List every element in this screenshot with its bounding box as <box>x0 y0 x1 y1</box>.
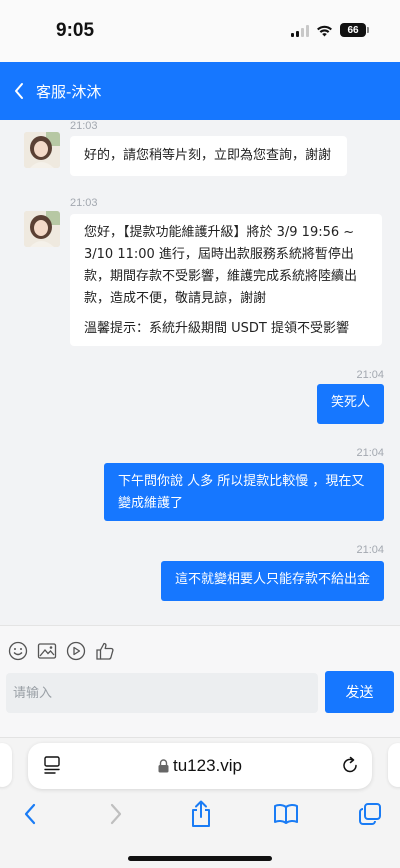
tabs-icon[interactable] <box>355 799 385 829</box>
message-text-line: 溫馨提示：系統升級期間 USDT 提領不受影響 <box>84 321 349 336</box>
message-time: 21:04 <box>356 369 384 381</box>
message-text-line: 款，造成不便，敬請見諒，謝謝 <box>84 291 267 306</box>
user-message: 笑死人 <box>316 384 384 424</box>
message-text-line: 款，期間存款不受影響，維護完成系統將陸續出 <box>84 269 358 284</box>
browser-toolbar: tu123.vip <box>0 737 400 868</box>
message-text-line: 您好，【提款功能維護升級】將於 3/9 19:56 ~ <box>84 225 355 240</box>
message-text-line: 笑死人 <box>330 395 370 410</box>
agent-message: 好的，請您稍等片刻，立即為您查詢，謝謝 <box>70 136 347 176</box>
browser-nav-row <box>0 799 400 831</box>
home-indicator <box>128 856 272 861</box>
message-text-line: 下午問你說 人多 所以提款比較慢 ，現在又 <box>118 474 365 489</box>
message-text-line: 3/10 11:00 進行，屆時出款服務系統將暫停出 <box>84 247 354 262</box>
chat-message-list[interactable]: 21:03 好的，請您稍等片刻，立即為您查詢，謝謝 21:03 您好，【提款功能… <box>0 120 400 625</box>
previous-tab-edge[interactable] <box>0 743 12 787</box>
back-chevron-icon[interactable] <box>2 62 36 120</box>
message-time: 21:04 <box>356 447 384 459</box>
message-text-line: 這不就變相要人只能存款不給出金 <box>174 572 370 587</box>
browser-forward-icon[interactable] <box>101 799 131 829</box>
message-text-line: 變成維護了 <box>118 496 184 511</box>
domain-text: tu123.vip <box>173 756 242 775</box>
cellular-signal-icon <box>291 24 309 37</box>
wifi-icon <box>317 25 332 36</box>
battery-indicator: 66 <box>340 23 369 37</box>
lock-icon <box>158 758 169 778</box>
message-time: 21:03 <box>70 197 98 209</box>
composer-toolbar <box>8 641 115 661</box>
agent-avatar <box>24 132 60 168</box>
video-icon[interactable] <box>66 641 86 661</box>
page-title: 客服-沐沐 <box>36 82 102 101</box>
user-message: 這不就變相要人只能存款不給出金 <box>160 561 384 601</box>
status-bar: 9:05 66 <box>0 0 400 62</box>
emoji-icon[interactable] <box>8 641 28 661</box>
share-icon[interactable] <box>186 799 216 829</box>
message-input-container <box>6 673 318 713</box>
reload-icon[interactable] <box>340 755 360 779</box>
chat-composer: 发送 <box>0 625 400 737</box>
thumbs-up-icon[interactable] <box>95 641 115 661</box>
user-message: 下午問你說 人多 所以提款比較慢 ，現在又 變成維護了 <box>104 463 384 521</box>
image-icon[interactable] <box>37 641 57 661</box>
status-icons: 66 <box>291 23 369 37</box>
send-button[interactable]: 发送 <box>325 671 394 713</box>
agent-avatar <box>24 211 60 247</box>
message-input[interactable] <box>13 685 318 701</box>
address-bar[interactable]: tu123.vip <box>28 743 372 789</box>
browser-back-icon[interactable] <box>15 799 45 829</box>
url-display[interactable]: tu123.vip <box>28 756 372 778</box>
message-time: 21:04 <box>356 544 384 556</box>
message-time: 21:03 <box>70 120 98 132</box>
message-text-line: 好的，請您稍等片刻，立即為您查詢，謝謝 <box>84 148 332 163</box>
next-tab-edge[interactable] <box>388 743 400 787</box>
agent-message: 您好，【提款功能維護升級】將於 3/9 19:56 ~ 3/10 11:00 進… <box>70 214 382 346</box>
bookmarks-icon[interactable] <box>271 799 301 829</box>
chat-header: 客服-沐沐 <box>0 62 400 120</box>
status-time: 9:05 <box>56 20 95 41</box>
